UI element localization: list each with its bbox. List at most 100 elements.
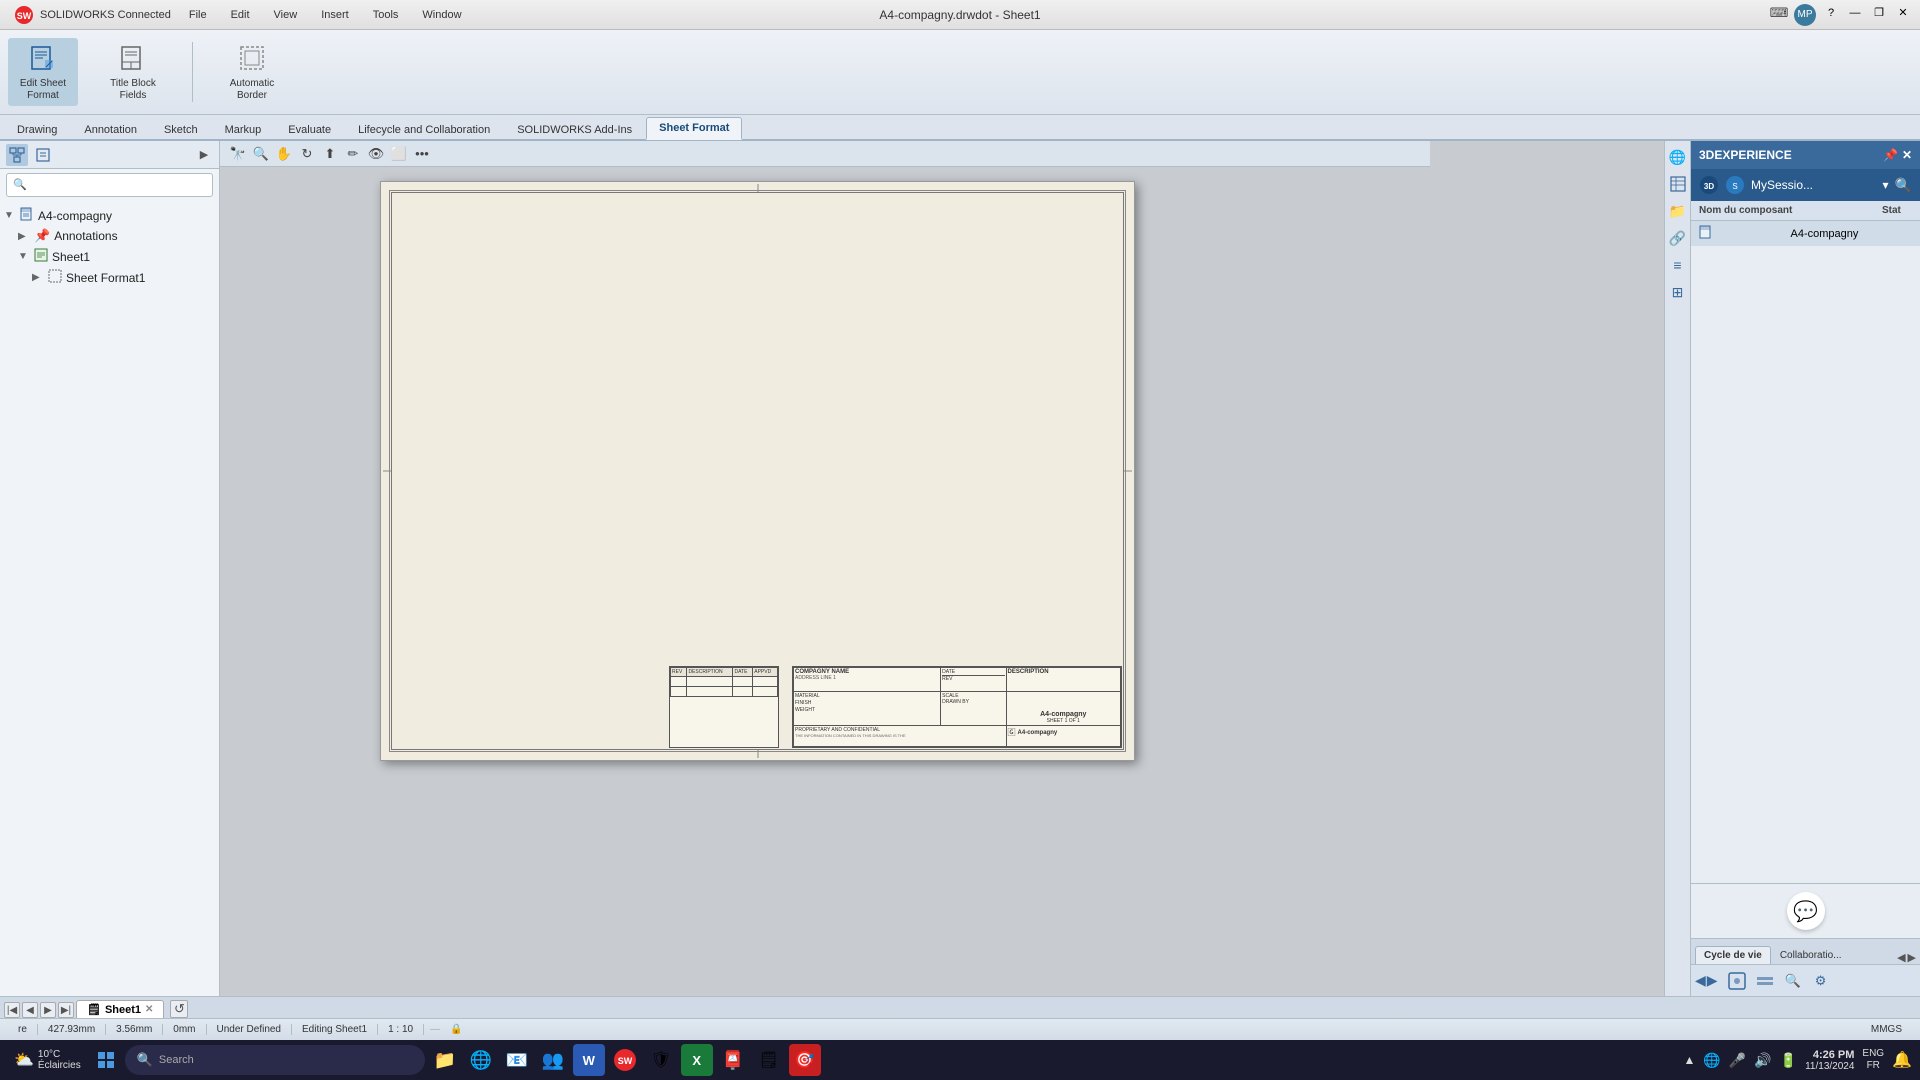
tab-sketch[interactable]: Sketch — [151, 119, 211, 140]
right-table-row[interactable]: A4-compagny — [1691, 221, 1920, 246]
next-arrow-icon[interactable]: ▶ — [1707, 972, 1718, 989]
expand-sheetformat-icon[interactable]: ▶ — [32, 272, 44, 283]
tree-item-sheet1[interactable]: ▼ Sheet1 — [0, 246, 219, 267]
rbt-icon-2[interactable] — [1752, 968, 1778, 994]
column-status-header: Stat — [1882, 205, 1912, 216]
right-panel-close-icon[interactable]: ✕ — [1902, 148, 1912, 162]
expand-icon[interactable]: ▼ — [4, 210, 16, 221]
tab-annotation[interactable]: Annotation — [71, 119, 150, 140]
tray-mic-icon[interactable]: 🎤 — [1729, 1052, 1746, 1069]
taskbar-file-explorer[interactable]: 📁 — [429, 1044, 461, 1076]
close-button[interactable]: ✕ — [1894, 4, 1912, 22]
taskbar-mail[interactable]: 📧 — [501, 1044, 533, 1076]
taskbar-onenote[interactable]: 🗒 — [753, 1044, 785, 1076]
menu-tools[interactable]: Tools — [369, 7, 403, 23]
add-sheet-button[interactable]: ↺ — [170, 1000, 188, 1018]
tray-sound-icon[interactable]: 🔊 — [1754, 1052, 1771, 1069]
system-clock[interactable]: 4:26 PM 11/13/2024 — [1805, 1049, 1854, 1072]
table-panel-icon[interactable] — [1666, 172, 1690, 196]
menu-file[interactable]: File — [185, 7, 211, 23]
sheet-tab-close-icon[interactable]: ✕ — [145, 1004, 153, 1015]
more-tools-icon[interactable]: ••• — [412, 144, 432, 164]
menu-edit[interactable]: Edit — [227, 7, 254, 23]
folder-icon[interactable]: 📁 — [1666, 199, 1690, 223]
taskbar-red-app[interactable]: 🎯 — [789, 1044, 821, 1076]
tray-up-arrow-icon[interactable]: ▲ — [1683, 1053, 1695, 1067]
panel-search-input[interactable] — [6, 173, 213, 197]
zoom-in-icon[interactable]: 🔍 — [251, 144, 271, 164]
taskbar-outlook[interactable]: 📮 — [717, 1044, 749, 1076]
list-icon[interactable]: ≡ — [1666, 253, 1690, 277]
menu-view[interactable]: View — [270, 7, 302, 23]
display-style-icon[interactable]: 👁 — [366, 144, 386, 164]
taskbar-word[interactable]: W — [573, 1044, 605, 1076]
select-icon[interactable]: ⬆ — [320, 144, 340, 164]
taskbar-search-bar[interactable]: 🔍 Search — [125, 1045, 425, 1075]
language-indicator[interactable]: ENG FR — [1862, 1048, 1884, 1072]
tab-collaboration[interactable]: Collaboratio... — [1771, 946, 1851, 964]
last-sheet-button[interactable]: ▶| — [58, 1002, 74, 1018]
properties-icon[interactable] — [32, 144, 54, 166]
rotate-icon[interactable]: ↻ — [297, 144, 317, 164]
tree-item-sheetformat1[interactable]: ▶ Sheet Format1 — [0, 267, 219, 288]
taskbar-excel[interactable]: X — [681, 1044, 713, 1076]
notification-icon[interactable]: 🔔 — [1892, 1050, 1912, 1070]
tab-solidworks-addins[interactable]: SOLIDWORKS Add-Ins — [504, 119, 645, 140]
automatic-border-button[interactable]: AutomaticBorder — [217, 38, 287, 106]
help-icon[interactable]: ? — [1822, 4, 1840, 22]
network-icon[interactable]: 🔗 — [1666, 226, 1690, 250]
pan-icon[interactable]: ✋ — [274, 144, 294, 164]
title-block-fields-button[interactable]: Title BlockFields — [98, 38, 168, 106]
right-panel-pin-icon[interactable]: 📌 — [1883, 148, 1898, 162]
tab-sheet-format[interactable]: Sheet Format — [646, 117, 742, 140]
menu-window[interactable]: Window — [418, 7, 465, 23]
rbt-icon-1[interactable] — [1724, 968, 1750, 994]
edit-sheet-format-button[interactable]: Edit SheetFormat — [8, 38, 78, 106]
zoom-to-fit-icon[interactable]: 🔭 — [228, 144, 248, 164]
taskbar-solidworks[interactable]: SW — [609, 1044, 641, 1076]
session-label[interactable]: MySessio... — [1751, 178, 1877, 192]
session-dropdown-icon[interactable]: ▾ — [1883, 178, 1889, 192]
rbt-icon-4[interactable]: ⚙ — [1808, 968, 1834, 994]
tray-network-icon[interactable]: 🌐 — [1703, 1052, 1720, 1069]
taskbar-teams[interactable]: 👥 — [537, 1044, 569, 1076]
next-sheet-button[interactable]: ▶ — [40, 1002, 56, 1018]
user-avatar[interactable]: MP — [1794, 4, 1816, 26]
prev-sheet-button[interactable]: ◀ — [22, 1002, 38, 1018]
sw-logo[interactable]: SW SOLIDWORKS Connected — [8, 3, 177, 27]
tab-lifecycle[interactable]: Lifecycle and Collaboration — [345, 119, 503, 140]
tab-cycle-de-vie[interactable]: Cycle de vie — [1695, 946, 1771, 964]
globe-icon[interactable]: 🌐 — [1666, 145, 1690, 169]
tab-left-arrow[interactable]: ◀ — [1897, 951, 1905, 964]
taskbar-vpn[interactable]: 🛡 — [645, 1044, 677, 1076]
tree-item-root[interactable]: ▼ A4-compagny — [0, 205, 219, 226]
tab-markup[interactable]: Markup — [212, 119, 275, 140]
chat-bubble[interactable]: 💬 — [1691, 883, 1920, 938]
rbt-icon-3[interactable]: 🔍 — [1780, 968, 1806, 994]
command-search-icon[interactable]: ⌨ — [1770, 4, 1788, 22]
panel-expand-button[interactable]: ▶ — [195, 146, 213, 164]
tab-right-arrow[interactable]: ▶ — [1908, 951, 1916, 964]
weather-widget[interactable]: ⛅ 10°C Éclaircies — [8, 1045, 87, 1075]
session-search-icon[interactable]: 🔍 — [1895, 177, 1912, 194]
prev-arrow-icon[interactable]: ◀ — [1695, 972, 1706, 989]
taskbar-browser[interactable]: 🌐 — [465, 1044, 497, 1076]
feature-tree-icon[interactable] — [6, 144, 28, 166]
restore-button[interactable]: ❐ — [1870, 4, 1888, 22]
grid-icon[interactable]: ⊞ — [1666, 280, 1690, 304]
canvas-area[interactable]: 🔭 🔍 ✋ ↻ ⬆ ✏ 👁 ⬜ ••• — [220, 141, 1690, 996]
sheet-tab-1[interactable]: 🗒 Sheet1 ✕ — [76, 1000, 164, 1018]
chat-icon[interactable]: 💬 — [1787, 892, 1825, 930]
expand-sheet1-icon[interactable]: ▼ — [18, 251, 30, 262]
sketch-entities-icon[interactable]: ✏ — [343, 144, 363, 164]
tab-drawing[interactable]: Drawing — [4, 119, 70, 140]
menu-insert[interactable]: Insert — [317, 7, 353, 23]
tab-evaluate[interactable]: Evaluate — [275, 119, 344, 140]
start-button[interactable] — [91, 1043, 121, 1077]
first-sheet-button[interactable]: |◀ — [4, 1002, 20, 1018]
expand-annotations-icon[interactable]: ▶ — [18, 231, 30, 242]
tray-battery-icon[interactable]: 🔋 — [1780, 1052, 1797, 1069]
view-orientation-icon[interactable]: ⬜ — [389, 144, 409, 164]
minimize-button[interactable]: — — [1846, 4, 1864, 22]
tree-item-annotations[interactable]: ▶ 📌 Annotations — [0, 226, 219, 246]
